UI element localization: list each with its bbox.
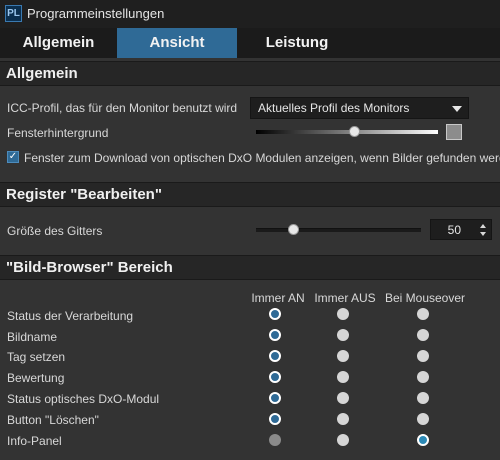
app-logo-icon: PL	[5, 5, 22, 22]
radio-info-panel-always-off[interactable]	[337, 434, 349, 446]
radio-rating-always-on[interactable]	[269, 371, 281, 383]
tab-leistung[interactable]: Leistung	[237, 28, 357, 58]
row-label-image-name: Bildname	[7, 330, 58, 344]
column-header-always-off: Immer AUS	[314, 291, 376, 305]
background-brightness-slider[interactable]	[256, 130, 438, 134]
radio-module-status-always-on[interactable]	[269, 392, 281, 404]
radio-tag-always-on[interactable]	[269, 350, 281, 362]
row-label-delete-button: Button "Löschen"	[7, 413, 99, 427]
row-label-module-status: Status optisches DxO-Modul	[7, 392, 160, 406]
row-label-processing-status: Status der Verarbeitung	[7, 309, 134, 323]
icc-profile-label: ICC-Profil, das für den Monitor benutzt …	[7, 101, 238, 115]
radio-image-name-mouseover[interactable]	[417, 329, 429, 341]
section-header-browser[interactable]: "Bild-Browser" Bereich	[0, 255, 500, 280]
radio-rating-mouseover[interactable]	[417, 371, 429, 383]
radio-delete-always-on[interactable]	[269, 413, 281, 425]
radio-processing-always-on[interactable]	[269, 308, 281, 320]
section-header-general[interactable]: Allgemein	[0, 61, 500, 86]
row-label-rating: Bewertung	[7, 371, 65, 385]
radio-processing-mouseover[interactable]	[417, 308, 429, 320]
background-color-swatch[interactable]	[446, 124, 462, 140]
row-label-info-panel: Info-Panel	[7, 434, 62, 448]
grid-size-thumb[interactable]	[288, 224, 299, 235]
radio-delete-always-off[interactable]	[337, 413, 349, 425]
download-modules-checkbox[interactable]: ✓	[7, 151, 19, 163]
tab-bar: Allgemein Ansicht Leistung	[0, 28, 500, 58]
icc-profile-value: Aktuelles Profil des Monitors	[258, 101, 410, 115]
radio-image-name-always-off[interactable]	[337, 329, 349, 341]
spin-up-icon[interactable]	[480, 224, 486, 228]
grid-size-spinbox[interactable]: 50	[430, 219, 492, 240]
radio-info-panel-always-on	[269, 434, 281, 446]
grid-size-label: Größe des Gitters	[7, 224, 103, 238]
icc-profile-select[interactable]: Aktuelles Profil des Monitors	[250, 97, 469, 119]
window-background-label: Fensterhintergrund	[7, 126, 109, 140]
spin-down-icon[interactable]	[480, 232, 486, 236]
radio-info-panel-mouseover[interactable]	[417, 434, 429, 446]
chevron-down-icon	[452, 106, 462, 112]
column-header-always-on: Immer AN	[251, 291, 305, 305]
radio-rating-always-off[interactable]	[337, 371, 349, 383]
row-label-tag: Tag setzen	[7, 350, 66, 364]
column-header-mouseover: Bei Mouseover	[384, 291, 466, 305]
download-modules-label: Fenster zum Download von optischen DxO M…	[24, 151, 500, 165]
grid-size-slider[interactable]	[256, 228, 421, 232]
radio-module-status-always-off[interactable]	[337, 392, 349, 404]
radio-delete-mouseover[interactable]	[417, 413, 429, 425]
radio-tag-mouseover[interactable]	[417, 350, 429, 362]
radio-module-status-mouseover[interactable]	[417, 392, 429, 404]
radio-image-name-always-on[interactable]	[269, 329, 281, 341]
radio-tag-always-off[interactable]	[337, 350, 349, 362]
radio-processing-always-off[interactable]	[337, 308, 349, 320]
grid-size-value: 50	[447, 223, 461, 237]
tab-ansicht[interactable]: Ansicht	[117, 28, 237, 58]
background-brightness-thumb[interactable]	[349, 126, 360, 137]
tab-allgemein[interactable]: Allgemein	[0, 28, 117, 58]
title-bar: PL Programmeinstellungen	[0, 0, 500, 28]
window-title: Programmeinstellungen	[27, 6, 165, 21]
section-header-edit[interactable]: Register "Bearbeiten"	[0, 182, 500, 207]
